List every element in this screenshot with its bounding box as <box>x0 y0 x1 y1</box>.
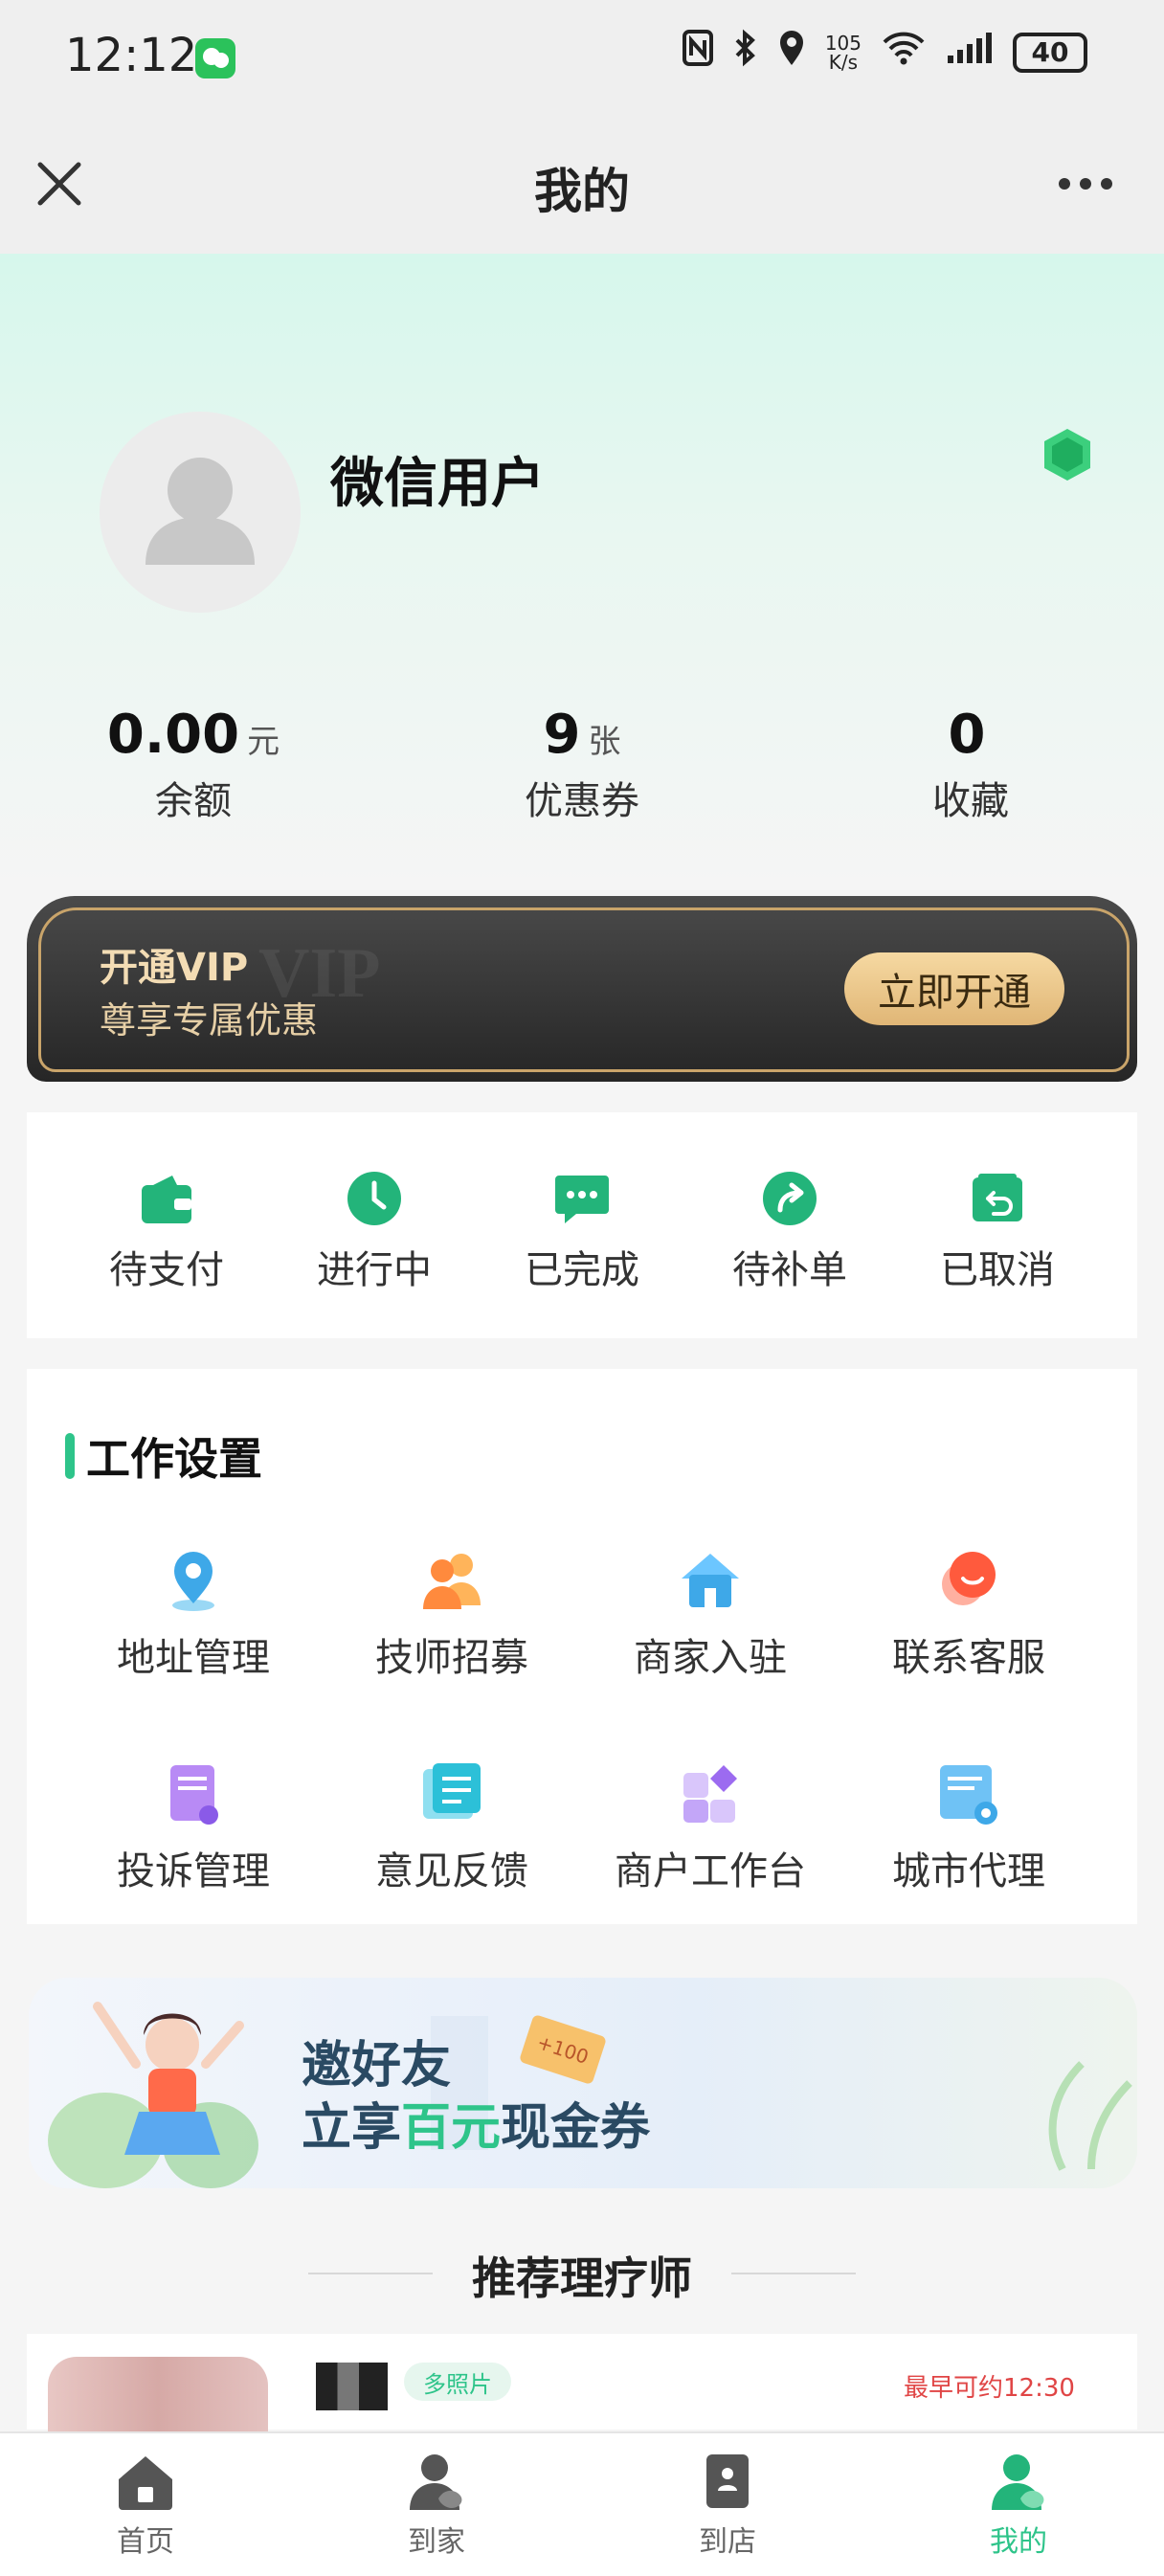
wallet-icon <box>136 1168 197 1229</box>
to-home-icon <box>406 2451 467 2512</box>
order-pending-payment[interactable]: 待支付 <box>71 1168 262 1294</box>
order-cancelled[interactable]: 已取消 <box>902 1168 1093 1294</box>
location-icon <box>159 1546 228 1615</box>
stat-unit: 元 <box>247 723 280 761</box>
home-icon <box>115 2451 176 2512</box>
invite-headline: 邀好友 <box>302 2036 452 2094</box>
tab-label: 首页 <box>117 2525 174 2559</box>
work-label: 商家入驻 <box>634 1636 787 1680</box>
feedback-icon <box>417 1759 486 1828</box>
house-icon <box>676 1546 745 1615</box>
work-technician-recruit[interactable]: 技师招募 <box>337 1546 567 1682</box>
divider-line <box>731 2273 856 2274</box>
chat-icon <box>551 1168 613 1229</box>
tab-label: 到家 <box>408 2525 465 2559</box>
tab-home[interactable]: 首页 <box>50 2451 241 2560</box>
battery-icon: 40 <box>1013 32 1087 73</box>
section-accent-bar <box>65 1433 75 1479</box>
complaint-icon <box>159 1759 228 1828</box>
status-time: 12:12 <box>65 29 198 82</box>
stat-value: 9 <box>543 704 581 766</box>
profile-icon <box>988 2451 1049 2512</box>
avatar[interactable] <box>100 412 301 613</box>
more-button[interactable] <box>1059 163 1126 205</box>
wifi-icon <box>881 31 927 74</box>
more-dot <box>1059 178 1070 190</box>
work-merchant-join[interactable]: 商家入驻 <box>595 1546 825 1682</box>
work-label: 投诉管理 <box>117 1849 270 1893</box>
nfc-icon <box>682 29 714 76</box>
vip-title: 开通VIP <box>100 946 249 990</box>
invite-subline: 立享百元现金券 <box>302 2087 650 2159</box>
stat-coupons[interactable]: 9张 优惠券 <box>438 704 726 825</box>
return-icon <box>967 1168 1028 1229</box>
username[interactable]: 微信用户 <box>330 440 545 518</box>
order-to-supplement[interactable]: 待补单 <box>694 1168 885 1294</box>
work-complaint-management[interactable]: 投诉管理 <box>78 1759 308 1895</box>
wechat-notification-icon <box>195 38 235 78</box>
stat-label: 优惠券 <box>525 779 639 823</box>
tab-profile[interactable]: 我的 <box>923 2451 1114 2560</box>
work-settings-title: 工作设置 <box>86 1433 262 1485</box>
more-dot <box>1101 178 1112 190</box>
work-city-agent[interactable]: 城市代理 <box>854 1759 1084 1895</box>
location-pin-icon <box>777 29 806 76</box>
invite-subline-post: 现金券 <box>501 2098 651 2157</box>
workbench-icon <box>676 1759 745 1828</box>
order-label: 待补单 <box>732 1248 847 1292</box>
work-contact-service[interactable]: 联系客服 <box>854 1546 1084 1682</box>
multi-photo-tag: 多照片 <box>404 2363 511 2401</box>
agent-icon <box>934 1759 1003 1828</box>
stat-favorites[interactable]: 0 收藏 <box>827 704 1114 825</box>
work-merchant-workbench[interactable]: 商户工作台 <box>595 1759 825 1895</box>
work-label: 意见反馈 <box>375 1849 528 1893</box>
tab-label: 到店 <box>699 2525 756 2559</box>
order-in-progress[interactable]: 进行中 <box>279 1168 470 1294</box>
signal-icon <box>946 31 994 74</box>
clock-icon <box>344 1168 405 1229</box>
stat-unit: 张 <box>588 723 621 761</box>
work-label: 联系客服 <box>892 1636 1045 1680</box>
member-level-icon[interactable] <box>1039 426 1096 483</box>
order-label: 已完成 <box>525 1248 639 1292</box>
work-label: 城市代理 <box>892 1849 1045 1893</box>
therapist-name-blurred <box>316 2363 388 2410</box>
order-completed[interactable]: 已完成 <box>486 1168 678 1294</box>
stat-label: 收藏 <box>932 779 1009 823</box>
people-icon <box>417 1546 486 1615</box>
share-arrow-icon <box>759 1168 820 1229</box>
earliest-available-time: 最早可约12:30 <box>904 2374 1075 2403</box>
status-icons: 105 K/s 40 <box>682 29 1087 76</box>
order-label: 已取消 <box>940 1248 1055 1292</box>
work-label: 商户工作台 <box>615 1849 806 1893</box>
default-avatar-icon <box>146 458 255 565</box>
stat-value: 0 <box>948 704 986 766</box>
work-address-management[interactable]: 地址管理 <box>78 1546 308 1682</box>
more-dot <box>1080 178 1091 190</box>
vip-open-button[interactable]: 立即开通 <box>844 952 1064 1025</box>
tab-to-home[interactable]: 到家 <box>341 2451 532 2560</box>
stat-balance[interactable]: 0.00 元 余额 <box>50 704 337 825</box>
stat-value: 0.00 <box>106 704 240 766</box>
bluetooth-icon <box>733 29 758 76</box>
invite-subline-highlight: 百元 <box>401 2098 502 2157</box>
vip-subtitle: 尊享专属优惠 <box>100 999 319 1042</box>
work-feedback[interactable]: 意见反馈 <box>337 1759 567 1895</box>
tab-to-store[interactable]: 到店 <box>632 2451 823 2560</box>
recommend-title: 推荐理疗师 <box>472 2252 692 2304</box>
service-icon <box>934 1546 1003 1615</box>
stat-label: 余额 <box>155 779 232 823</box>
page-title: 我的 <box>534 164 630 219</box>
net-speed: 105 K/s <box>824 31 862 74</box>
order-label: 进行中 <box>317 1248 432 1292</box>
tab-label: 我的 <box>990 2525 1047 2559</box>
to-store-icon <box>697 2451 758 2512</box>
work-label: 技师招募 <box>375 1636 528 1680</box>
invite-subline-pre: 立享 <box>302 2098 402 2157</box>
work-label: 地址管理 <box>117 1636 270 1680</box>
order-label: 待支付 <box>109 1248 224 1292</box>
